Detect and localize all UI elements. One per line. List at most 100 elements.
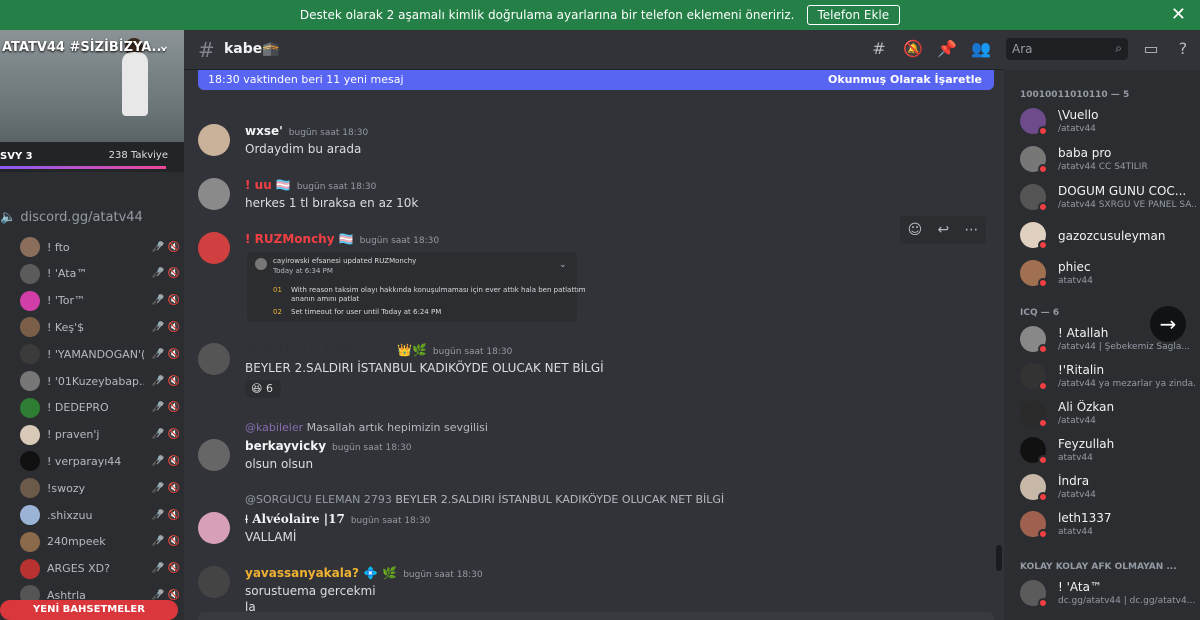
member-name: leth1337: [1058, 511, 1112, 525]
search-placeholder: Ara: [1012, 42, 1033, 56]
voice-user-name: ! 'Ata™: [47, 267, 88, 281]
scrollbar[interactable]: [996, 545, 1002, 571]
avatar[interactable]: [198, 512, 230, 544]
2fa-banner: Destek olarak 2 aşamalı kimlik doğrulama…: [0, 0, 1200, 30]
new-mentions-pill[interactable]: YENİ BAHSETMELER: [0, 600, 178, 620]
avatar[interactable]: [20, 263, 40, 284]
member-item[interactable]: Ali Özkan/atatv44: [1020, 396, 1198, 430]
member-status: /atatv44: [1058, 416, 1096, 426]
muted-deafened-icon: 🎤̸ 🔇: [151, 321, 180, 333]
avatar[interactable]: [20, 451, 40, 472]
voice-user[interactable]: ! verparayı44 🎤̸ 🔇: [20, 450, 180, 472]
message-author[interactable]: wxse' bugün saat 18:30: [245, 124, 368, 138]
message-author[interactable]: berkayvicky bugün saat 18:30: [245, 439, 411, 453]
avatar[interactable]: [20, 371, 40, 391]
voice-user[interactable]: ! 'Tor™ 🎤̸ 🔇: [20, 290, 180, 312]
chevron-down-icon[interactable]: ⌄: [158, 38, 170, 54]
member-name: ! 'Ata™: [1058, 580, 1102, 594]
member-item[interactable]: \Vuello/atatv44: [1020, 104, 1198, 138]
avatar[interactable]: [198, 343, 230, 375]
member-name: Feyzullah: [1058, 437, 1115, 451]
mute-icon[interactable]: 🔕: [902, 38, 924, 60]
status-indicator: [1038, 529, 1048, 539]
voice-user[interactable]: ! '01Kuzeybabap... 🎤̸ 🔇: [20, 370, 180, 392]
member-item[interactable]: Feyzullah atatv44: [1020, 433, 1198, 467]
voice-user[interactable]: !swozy 🎤̸ 🔇: [20, 477, 180, 499]
voice-user[interactable]: ! praven'j 🎤̸ 🔇: [20, 424, 180, 446]
reaction-chip[interactable]: 😆 6: [245, 380, 281, 398]
voice-user[interactable]: 240mpeek 🎤̸ 🔇: [20, 531, 180, 553]
avatar[interactable]: [198, 566, 230, 598]
member-item[interactable]: DOGUM GUNU COC... /atatv44 SXRGU VE PANEL…: [1020, 180, 1198, 214]
add-reaction-icon[interactable]: ☺: [908, 222, 923, 238]
help-icon[interactable]: ?: [1172, 38, 1194, 60]
close-icon[interactable]: ✕: [1171, 4, 1186, 25]
avatar[interactable]: [198, 178, 230, 210]
avatar[interactable]: [20, 478, 40, 499]
member-item[interactable]: ! 'Ata™ dc.gg/atatv44 | dc.gg/atatv4...: [1020, 576, 1198, 610]
reply-preview[interactable]: @SORGUCU ELEMAN 2793 BEYLER 2.SALDIRI İS…: [245, 493, 724, 506]
member-list: 10010011010110 — 5 \Vuello/atatv44 baba p…: [1004, 70, 1200, 620]
status-indicator: [1038, 240, 1048, 250]
avatar[interactable]: [20, 531, 40, 552]
voice-user-name: ! '01Kuzeybabap...: [47, 374, 144, 388]
message-author[interactable]: SORGUCU ELEMAN 2793 👑🌿 bugün saat 18:30: [245, 343, 512, 357]
avatar[interactable]: [20, 290, 40, 311]
muted-deafened-icon: 🎤̸ 🔇: [151, 295, 180, 307]
voice-user[interactable]: ! 'Ata™ 🎤̸ 🔇: [20, 263, 180, 285]
voice-user[interactable]: ARGES XD? 🎤̸ 🔇: [20, 558, 180, 580]
threads-icon[interactable]: #: [868, 38, 890, 60]
voice-user[interactable]: .shixzuu 🎤̸ 🔇: [20, 504, 180, 526]
avatar[interactable]: [20, 237, 40, 257]
server-header[interactable]: ATATV44 #SİZİBİZYA... ⌄: [0, 30, 184, 142]
message-author[interactable]: ! uu 🏳️‍⚧️ bugün saat 18:30: [245, 178, 376, 192]
boost-bar[interactable]: SVY 3 238 Takviye: [0, 142, 184, 172]
avatar[interactable]: [20, 558, 40, 579]
reply-author[interactable]: @kabileler: [245, 421, 303, 434]
avatar[interactable]: [20, 505, 40, 525]
avatar[interactable]: [20, 424, 40, 445]
voice-user[interactable]: ! fto 🎤̸ 🔇: [20, 236, 180, 258]
voice-user[interactable]: ! 'YAMANDOGAN'(... 🎤̸ 🔇: [20, 343, 180, 365]
voice-user[interactable]: ! Keş'$ 🎤̸ 🔇: [20, 316, 180, 338]
banner-text: Destek olarak 2 aşamalı kimlik doğrulama…: [299, 8, 795, 22]
avatar[interactable]: [198, 124, 230, 156]
message-author[interactable]: yavassanyakala? 💠 🌿 bugün saat 18:30: [245, 566, 483, 580]
member-item[interactable]: baba pro/atatv44 CC S4TILIR: [1020, 142, 1198, 176]
avatar[interactable]: [20, 317, 40, 338]
voice-user[interactable]: ! DEDEPRO 🎤̸ 🔇: [20, 397, 180, 419]
status-indicator: [1038, 278, 1048, 288]
more-icon[interactable]: ⋯: [964, 222, 978, 238]
message-author[interactable]: ! RUZMonchy 🏳️‍⚧️ bugün saat 18:30: [245, 232, 439, 246]
members-icon[interactable]: 👥: [970, 38, 992, 60]
member-item[interactable]: !'Ritalin/atatv44 ya mezarlar ya zinda..…: [1020, 359, 1198, 393]
mark-as-read-button[interactable]: Okunmuş Olarak İşaretle: [828, 73, 982, 86]
member-item[interactable]: gazozcusuleyman: [1020, 218, 1198, 252]
voice-channel[interactable]: 🔈 discord.gg/atatv44: [0, 210, 143, 225]
reply-author[interactable]: @SORGUCU ELEMAN 2793: [245, 493, 392, 506]
reply-icon[interactable]: ↩: [937, 222, 949, 238]
arrow-right-icon[interactable]: →: [1150, 306, 1186, 342]
message-text: olsun olsun: [245, 457, 314, 471]
member-item[interactable]: leth1337 atatv44: [1020, 507, 1198, 541]
search-icon: ⌕: [1115, 41, 1122, 55]
muted-deafened-icon: 🎤̸ 🔇: [151, 563, 180, 575]
avatar[interactable]: [20, 397, 40, 418]
reply-preview[interactable]: @kabileler Masallah artık hepimizin sevg…: [245, 421, 488, 434]
avatar[interactable]: [198, 439, 230, 471]
search-input[interactable]: Ara ⌕: [1006, 38, 1128, 60]
message-author[interactable]: ⟊ 𝐀𝐥𝐯𝐞́𝐨𝐥𝐚𝐢𝐫𝐞 |17 bugün saat 18:30: [245, 512, 430, 527]
timestamp: bugün saat 18:30: [296, 182, 377, 192]
voice-user-name: ARGES XD?: [47, 562, 110, 576]
voice-channel-name: discord.gg/atatv44: [20, 210, 143, 225]
new-messages-bar[interactable]: 18:30 vaktinden beri 11 yeni mesaj Okunm…: [198, 70, 994, 90]
avatar[interactable]: [20, 344, 40, 365]
channel-sidebar: ATATV44 #SİZİBİZYA... ⌄ SVY 3 238 Takviy…: [0, 30, 184, 620]
message-input[interactable]: [198, 612, 994, 620]
member-item[interactable]: İndra/atatv44: [1020, 470, 1198, 504]
avatar[interactable]: [198, 232, 230, 264]
pin-icon[interactable]: 📌: [936, 38, 958, 60]
inbox-icon[interactable]: ▭: [1140, 38, 1162, 60]
member-item[interactable]: phiec atatv44: [1020, 256, 1198, 290]
add-phone-button[interactable]: Telefon Ekle: [806, 5, 901, 25]
